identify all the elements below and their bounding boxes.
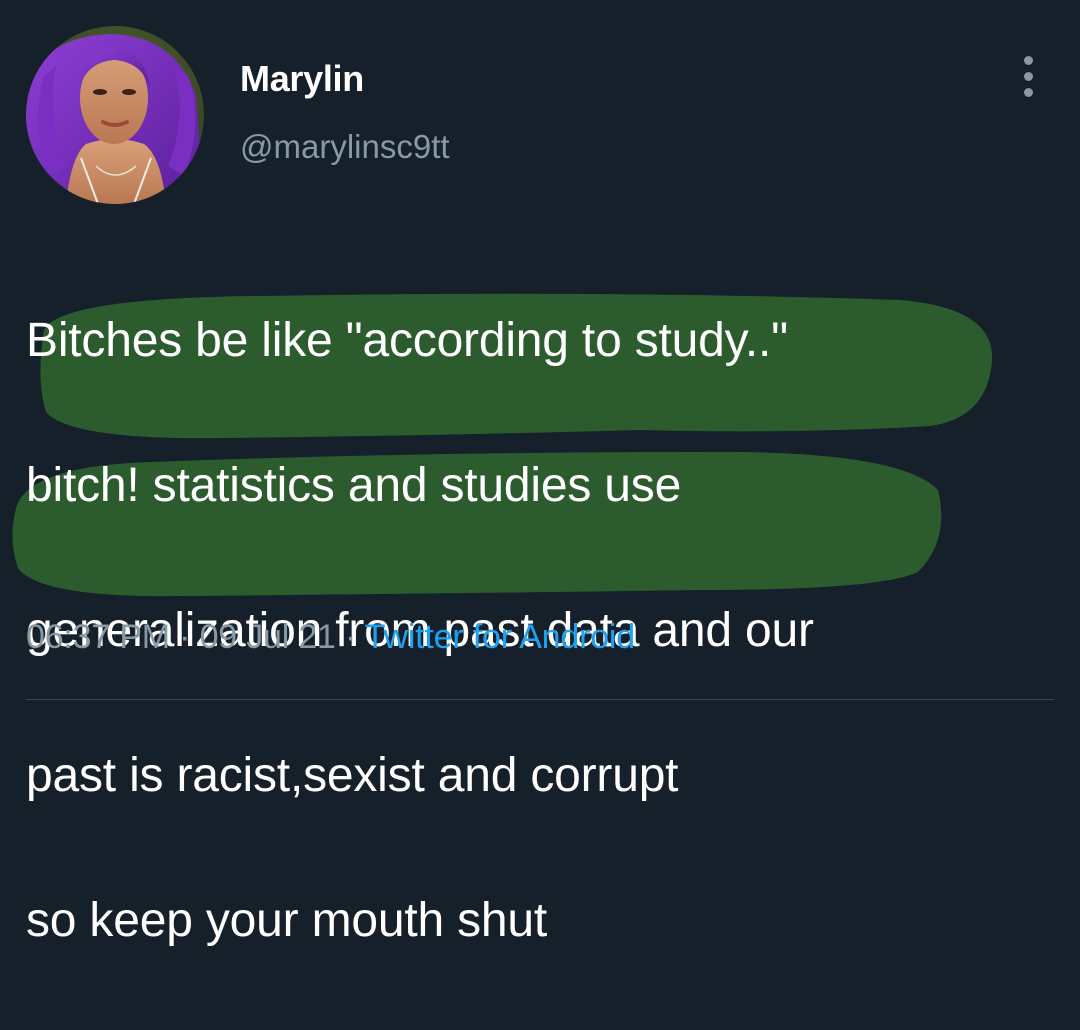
tweet-line: past is racist,sexist and corrupt: [26, 748, 679, 802]
more-vertical-icon-dot-3: [1024, 88, 1033, 97]
tweet-meta: 06:37 PM · 09 Jul 21 · Twitter for Andro…: [26, 618, 635, 657]
tweet-date[interactable]: 09 Jul 21: [200, 618, 336, 656]
more-options-button[interactable]: [1012, 52, 1046, 102]
avatar[interactable]: [26, 26, 204, 204]
tweet: Marylin @marylinsc9tt Bitches be like "a…: [0, 0, 1080, 947]
more-vertical-icon: [1024, 56, 1033, 65]
tweet-source-link[interactable]: Twitter for Android: [365, 618, 635, 656]
more-vertical-icon-dot-2: [1024, 72, 1033, 81]
tweet-line: Bitches be like "according to study..": [26, 313, 788, 367]
tweet-time[interactable]: 06:37 PM: [26, 618, 170, 656]
tweet-line: bitch! statistics and studies use: [26, 458, 682, 512]
avatar-image: [26, 26, 204, 204]
user-handle[interactable]: @marylinsc9tt: [240, 128, 450, 166]
divider: [26, 699, 1054, 700]
meta-separator: ·: [169, 618, 200, 656]
meta-separator-2: ·: [335, 618, 365, 656]
tweet-line: so keep your mouth shut: [26, 893, 548, 947]
display-name[interactable]: Marylin: [240, 58, 364, 100]
